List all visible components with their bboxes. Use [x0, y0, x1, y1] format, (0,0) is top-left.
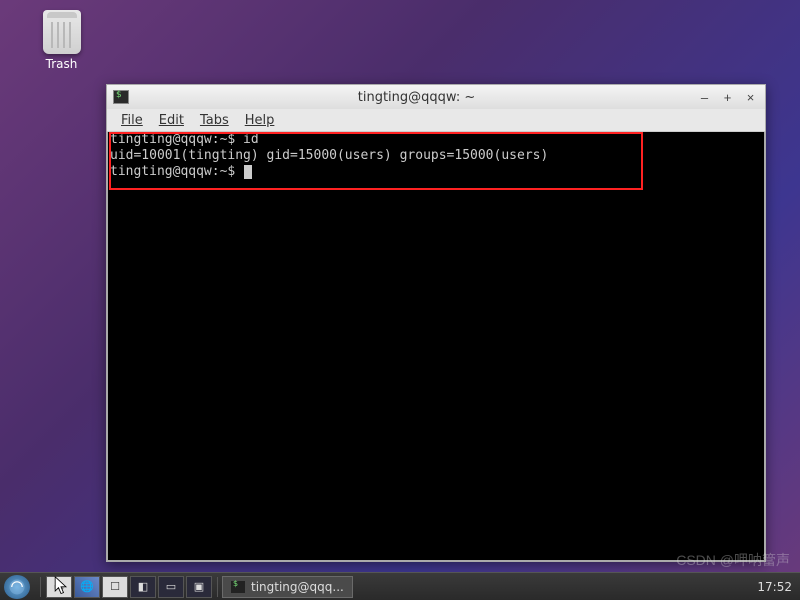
close-button[interactable]: ×: [742, 90, 759, 105]
terminal-icon: [113, 90, 129, 104]
minimize-button[interactable]: –: [696, 90, 713, 105]
window-title: tingting@qqqw: ~: [137, 90, 696, 105]
window-controls: – + ×: [696, 90, 759, 105]
titlebar[interactable]: tingting@qqqw: ~ – + ×: [107, 85, 765, 109]
terminal-icon: [231, 581, 245, 593]
browser-launcher[interactable]: 🌐: [74, 576, 100, 598]
terminal-line-1: tingting@qqqw:~$ id: [110, 132, 762, 148]
divider-icon: [40, 577, 41, 597]
menu-tabs[interactable]: Tabs: [192, 113, 237, 128]
trash-icon: [43, 10, 81, 54]
workspace-1-launcher[interactable]: ◧: [130, 576, 156, 598]
terminal-body[interactable]: tingting@qqqw:~$ id uid=10001(tingting) …: [107, 132, 765, 561]
taskbar: ▭ 🌐 ☐ ◧ ▭ ▣ tingting@qqq... 17:52: [0, 572, 800, 600]
menu-help[interactable]: Help: [237, 113, 283, 128]
window-list-launcher[interactable]: ☐: [102, 576, 128, 598]
menubar: File Edit Tabs Help: [107, 109, 765, 132]
clock[interactable]: 17:52: [757, 580, 792, 594]
terminal-prompt: tingting@qqqw:~$: [110, 164, 762, 180]
workspace-2-launcher[interactable]: ▭: [158, 576, 184, 598]
desktop[interactable]: Trash tingting@qqqw: ~ – + × File Edit T…: [0, 0, 800, 600]
taskbar-entry-label: tingting@qqq...: [251, 580, 344, 594]
trash-label: Trash: [34, 57, 89, 71]
menu-file[interactable]: File: [113, 113, 151, 128]
divider-icon: [217, 577, 218, 597]
menu-edit[interactable]: Edit: [151, 113, 192, 128]
start-menu-button[interactable]: [4, 575, 30, 599]
terminal-line-2: uid=10001(tingting) gid=15000(users) gro…: [110, 148, 762, 164]
taskbar-entry-terminal[interactable]: tingting@qqq...: [222, 576, 353, 598]
show-desktop-launcher[interactable]: ▣: [186, 576, 212, 598]
cursor-block: [244, 165, 252, 179]
trash-desktop-icon[interactable]: Trash: [34, 10, 89, 71]
maximize-button[interactable]: +: [719, 90, 736, 105]
terminal-window: tingting@qqqw: ~ – + × File Edit Tabs He…: [106, 84, 766, 562]
file-manager-launcher[interactable]: ▭: [46, 576, 72, 598]
system-tray: 17:52: [757, 580, 796, 594]
